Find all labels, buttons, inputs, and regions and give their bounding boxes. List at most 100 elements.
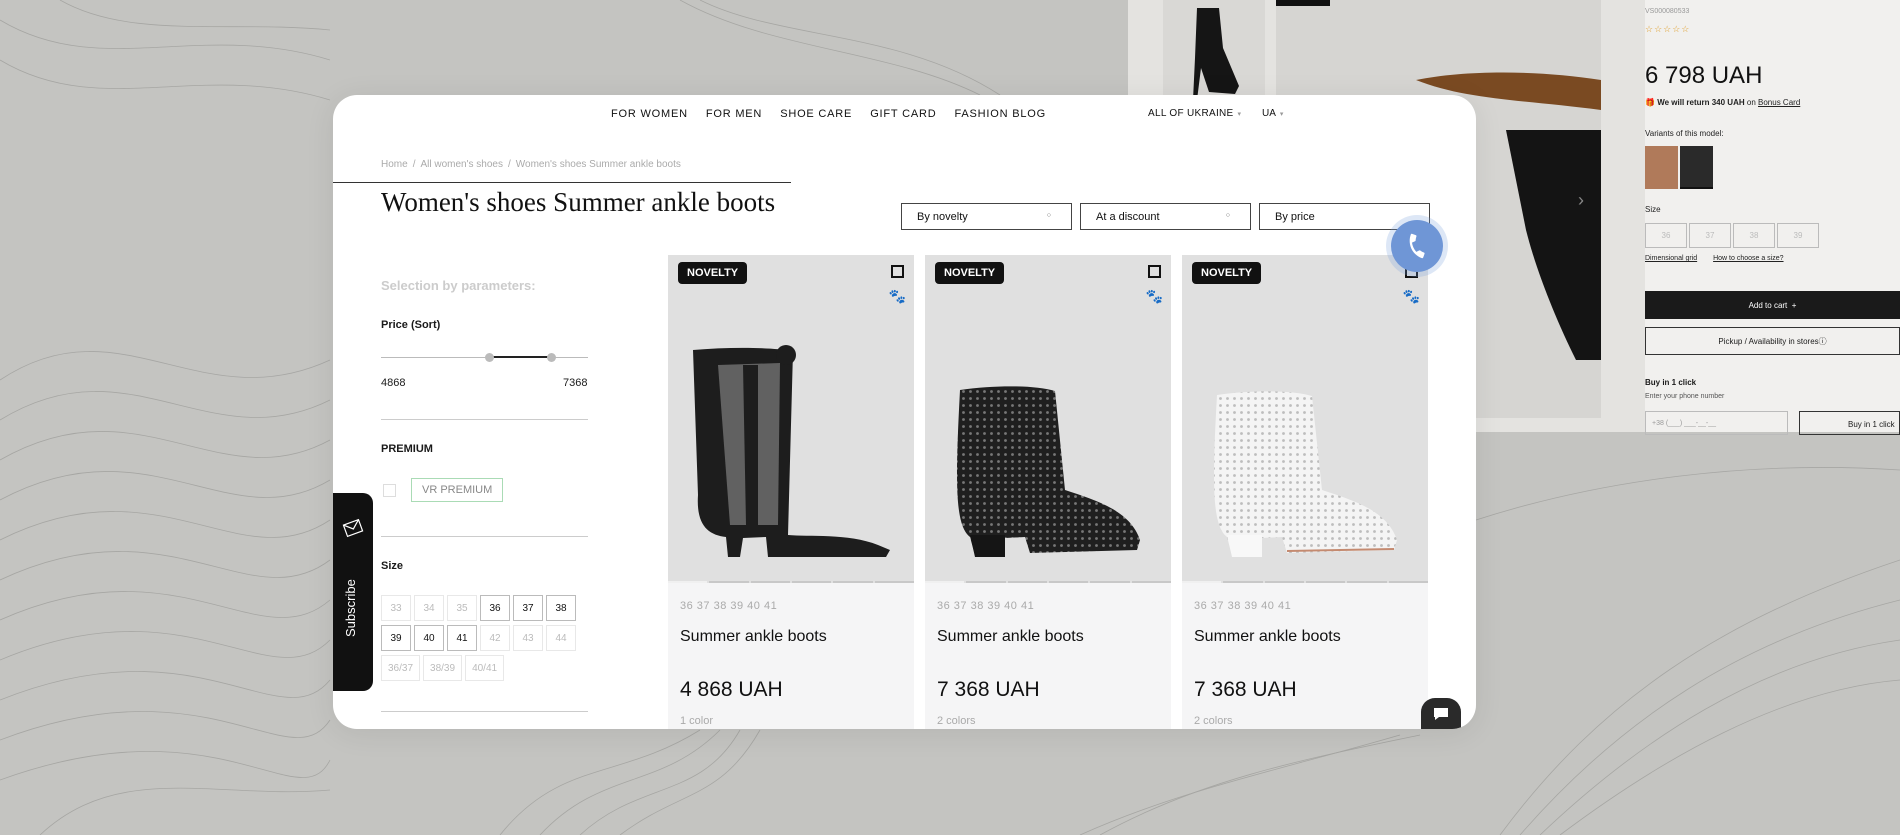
add-to-cart-button[interactable]: Add to cart + <box>1645 291 1900 319</box>
pickup-label: Pickup / Availability in stores <box>1718 336 1819 346</box>
breadcrumb-all-women[interactable]: All women's shoes <box>420 159 503 170</box>
product-price: 7 368 UAH <box>1194 678 1297 701</box>
bonus-card-link[interactable]: Bonus Card <box>1758 98 1800 107</box>
size-option-42[interactable]: 42 <box>480 625 510 651</box>
region-selector[interactable]: ALL OF UKRAINE ▾ <box>1148 108 1241 119</box>
size-option-36-37[interactable]: 36/37 <box>381 655 421 681</box>
sort-by-discount[interactable]: At a discount ○ <box>1080 203 1251 230</box>
rating-stars[interactable]: ☆☆☆☆☆ <box>1645 24 1690 35</box>
product-card[interactable]: NOVELTY 🐾 36 37 38 39 40 41 Summer ankle… <box>1182 255 1428 729</box>
chevron-down-icon: ▾ <box>1279 111 1284 118</box>
sort-novelty-label: By novelty <box>917 211 968 223</box>
size-option-43[interactable]: 43 <box>513 625 543 651</box>
size-option-36[interactable]: 36 <box>480 595 510 621</box>
product-card[interactable]: NOVELTY 🐾 36 37 38 39 40 41 Summer ankle… <box>925 255 1171 729</box>
nav-gift-card[interactable]: GIFT CARD <box>870 108 936 120</box>
language-selector[interactable]: UA ▾ <box>1262 108 1283 119</box>
size-option-41[interactable]: 41 <box>447 625 477 651</box>
background-thumbnail <box>1163 0 1265 100</box>
plus-icon: + <box>1791 300 1797 310</box>
product-card[interactable]: NOVELTY 🐾 36 37 38 39 40 41 Summer ankle… <box>668 255 914 729</box>
subscribe-tab[interactable]: Subscribe <box>333 493 373 691</box>
image-carousel-indicator <box>925 581 1171 583</box>
divider <box>381 536 588 537</box>
how-to-choose-size-link[interactable]: How to choose a size? <box>1713 255 1783 262</box>
variant-swatches <box>1645 146 1713 189</box>
main-nav: FOR WOMEN FOR MEN SHOE CARE GIFT CARD FA… <box>611 108 1046 120</box>
size-option-39[interactable]: 39 <box>381 625 411 651</box>
call-button[interactable] <box>1386 215 1448 277</box>
size-option-38-39[interactable]: 38/39 <box>423 655 463 681</box>
size-option-44[interactable]: 44 <box>546 625 576 651</box>
bonus-info: 🎁 We will return 340 UAH on Bonus Card <box>1645 98 1800 107</box>
background-image-tag <box>1276 0 1330 6</box>
phone-input[interactable]: +38 (___) ___-__-__ <box>1645 411 1788 435</box>
pickup-button[interactable]: Pickup / Availability in stores ⓘ <box>1645 327 1900 355</box>
variants-label: Variants of this model: <box>1645 129 1724 138</box>
boot-thumbnail-image <box>1193 8 1239 100</box>
chevron-right-icon[interactable]: › <box>1578 190 1584 211</box>
bonus-text: We will return 340 UAH <box>1657 98 1745 107</box>
price-slider-max-handle[interactable] <box>547 353 556 362</box>
image-carousel-indicator <box>1182 581 1428 583</box>
size-help-links: Dimensional grid How to choose a size? <box>1645 255 1798 262</box>
dimensional-grid-link[interactable]: Dimensional grid <box>1645 255 1697 262</box>
product-name[interactable]: Summer ankle boots <box>1194 628 1341 646</box>
size-options: 36 37 38 39 <box>1645 223 1845 248</box>
size-option-37[interactable]: 37 <box>513 595 543 621</box>
size-option-33[interactable]: 33 <box>381 595 411 621</box>
size-option[interactable]: 37 <box>1689 223 1731 248</box>
size-option-35[interactable]: 35 <box>447 595 477 621</box>
compare-checkbox[interactable] <box>891 265 904 278</box>
breadcrumb-current: Women's shoes Summer ankle boots <box>515 159 681 170</box>
nav-for-men[interactable]: FOR MEN <box>706 108 762 120</box>
product-name[interactable]: Summer ankle boots <box>680 628 827 646</box>
product-name[interactable]: Summer ankle boots <box>937 628 1084 646</box>
chat-button[interactable] <box>1421 698 1461 729</box>
novelty-badge: NOVELTY <box>1192 262 1262 284</box>
add-to-cart-label: Add to cart <box>1748 300 1788 310</box>
region-label: ALL OF UKRAINE <box>1148 108 1234 119</box>
breadcrumb-home[interactable]: Home <box>381 159 408 170</box>
call-button-inner <box>1391 220 1443 272</box>
nav-for-women[interactable]: FOR WOMEN <box>611 108 688 120</box>
product-colors: 2 colors <box>1194 715 1233 727</box>
product-sizes: 36 37 38 39 40 41 <box>680 600 778 612</box>
size-filter-options: 33 34 35 36 37 38 39 40 41 42 43 44 36/37 38/39 40/41 <box>381 595 581 681</box>
size-option-40[interactable]: 40 <box>414 625 444 651</box>
compare-checkbox[interactable] <box>1148 265 1161 278</box>
premium-tag[interactable]: VR PREMIUM <box>411 478 504 502</box>
paw-icon[interactable]: 🐾 <box>1146 288 1163 305</box>
size-option-38[interactable]: 38 <box>546 595 576 621</box>
size-option-34[interactable]: 34 <box>414 595 444 621</box>
circle-icon: ○ <box>1225 212 1230 219</box>
catalog-window: FOR WOMEN FOR MEN SHOE CARE GIFT CARD FA… <box>333 95 1476 729</box>
divider <box>381 711 588 712</box>
variant-swatch-black[interactable] <box>1680 146 1713 189</box>
price-min-value: 4868 <box>381 377 406 389</box>
sort-by-novelty[interactable]: By novelty ○ <box>901 203 1072 230</box>
size-option[interactable]: 39 <box>1777 223 1819 248</box>
size-option[interactable]: 36 <box>1645 223 1687 248</box>
size-option[interactable]: 38 <box>1733 223 1775 248</box>
product-image[interactable]: NOVELTY 🐾 <box>1182 255 1428 583</box>
product-image[interactable]: NOVELTY 🐾 <box>668 255 914 583</box>
size-option-40-41[interactable]: 40/41 <box>465 655 505 681</box>
product-image[interactable]: NOVELTY 🐾 <box>925 255 1171 583</box>
price-slider-range <box>490 356 552 358</box>
variant-swatch-brown[interactable] <box>1645 146 1678 189</box>
buy-one-click-button[interactable]: Buy in 1 click <box>1799 411 1900 435</box>
price-slider-min-handle[interactable] <box>485 353 494 362</box>
premium-checkbox[interactable] <box>383 484 396 497</box>
info-icon: ⓘ <box>1818 336 1827 346</box>
paw-icon[interactable]: 🐾 <box>1403 288 1420 305</box>
chevron-down-icon: ▾ <box>1237 111 1242 118</box>
breadcrumb: Home / All women's shoes / Women's shoes Sum… <box>381 159 681 170</box>
product-colors: 1 color <box>680 715 714 727</box>
boot-image <box>957 386 1140 557</box>
nav-fashion-blog[interactable]: FASHION BLOG <box>954 108 1046 120</box>
price-filter-title: Price (Sort) <box>381 319 441 331</box>
nav-shoe-care[interactable]: SHOE CARE <box>780 108 852 120</box>
product-price: 7 368 UAH <box>937 678 1040 701</box>
paw-icon[interactable]: 🐾 <box>889 288 906 305</box>
